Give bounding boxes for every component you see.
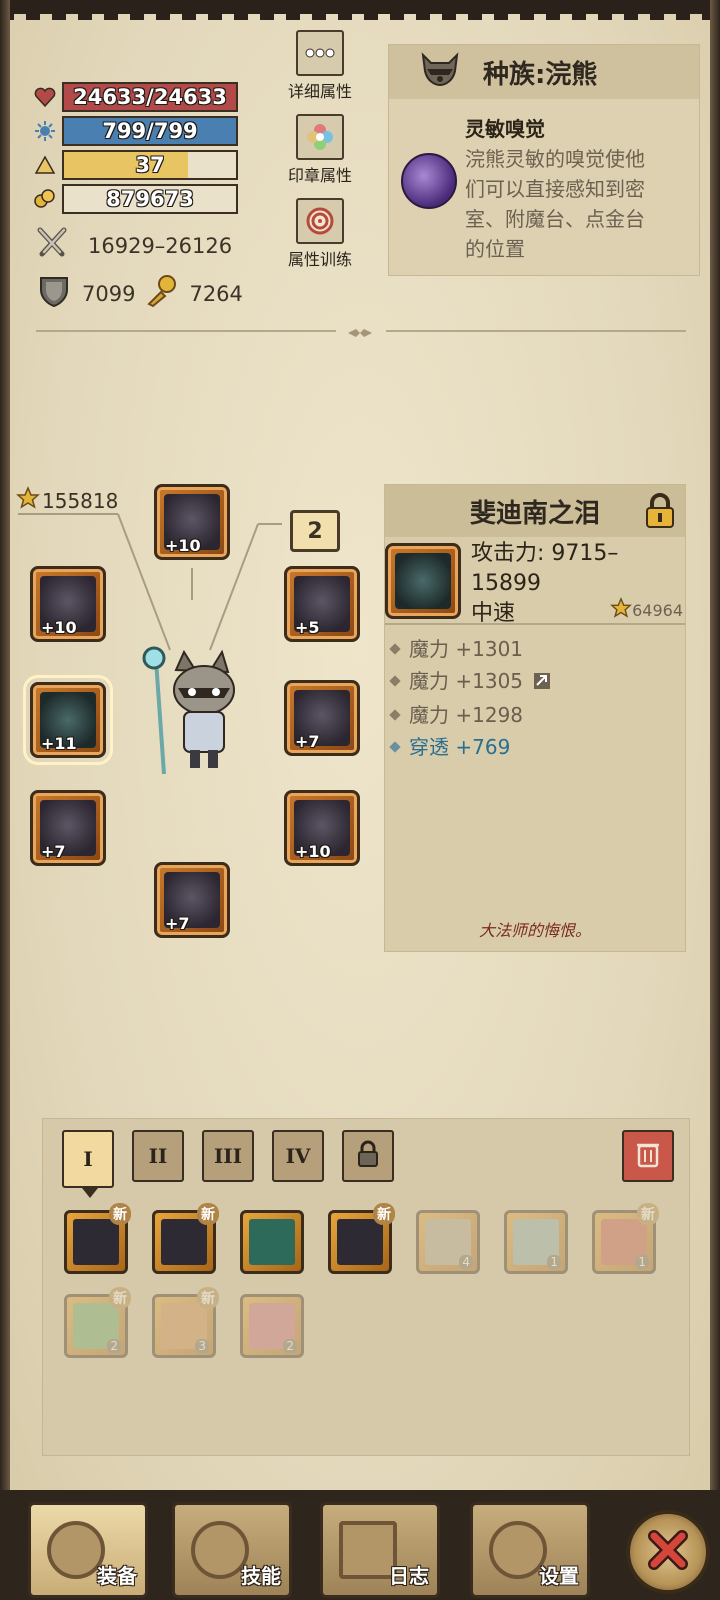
- item-attr: 魔力 +1305: [389, 665, 551, 699]
- shoulder-slot[interactable]: +10: [30, 566, 106, 642]
- item-detail-panel: 斐迪南之泪 攻击力: 9715–15899 中速 64964 魔力 +1301 …: [384, 484, 686, 952]
- new-badge: 新: [197, 1287, 219, 1309]
- legs-slot[interactable]: +10: [284, 790, 360, 866]
- close-icon: [646, 1528, 690, 1576]
- bracer-icon: [337, 1219, 383, 1265]
- slot-level: +7: [41, 842, 66, 861]
- tab-page-3[interactable]: III: [202, 1130, 254, 1182]
- new-badge: 新: [197, 1203, 219, 1225]
- tab-page-2[interactable]: II: [132, 1130, 184, 1182]
- item-count: 2: [283, 1339, 297, 1353]
- horned-helmet-icon: [161, 1219, 207, 1265]
- item-score: 64964: [610, 597, 683, 623]
- nav-skills-button[interactable]: 技能: [172, 1502, 292, 1598]
- slot-level: +11: [41, 734, 77, 753]
- item-count: 1: [635, 1255, 649, 1269]
- amulet-icon: [249, 1219, 295, 1265]
- ring-slot[interactable]: +7: [284, 680, 360, 756]
- item-attr: 魔力 +1298: [389, 699, 551, 731]
- dagger-icon: [73, 1219, 119, 1265]
- helmet-slot[interactable]: +10: [154, 484, 230, 560]
- nav-log-button[interactable]: 日志: [320, 1502, 440, 1598]
- slot-level: +7: [165, 914, 190, 933]
- set-counter-value: 2: [307, 518, 323, 544]
- item-preview: [385, 543, 461, 619]
- new-badge: 新: [637, 1203, 659, 1225]
- item-count: 2: [107, 1339, 121, 1353]
- new-badge: 新: [373, 1203, 395, 1225]
- new-badge: 新: [109, 1203, 131, 1225]
- boots-slot[interactable]: +7: [154, 862, 230, 938]
- item-divider: [385, 623, 685, 625]
- lock-icon: [356, 1140, 380, 1173]
- nav-log-label: 日志: [389, 1564, 429, 1588]
- weapon-slot[interactable]: +11: [23, 675, 113, 765]
- trash-icon: [635, 1140, 661, 1173]
- inventory-item-orange-potion[interactable]: 新 3: [152, 1287, 219, 1358]
- item-count: 3: [195, 1339, 209, 1353]
- nav-settings-button[interactable]: 设置: [470, 1502, 590, 1598]
- inventory-item-pickaxe[interactable]: 4: [416, 1210, 480, 1274]
- new-badge: 新: [109, 1287, 131, 1309]
- staff-weapon-icon: [395, 553, 451, 609]
- delete-button[interactable]: [622, 1130, 674, 1182]
- slot-level: +10: [295, 842, 331, 861]
- item-header: 斐迪南之泪: [385, 485, 685, 537]
- tab-page-4[interactable]: IV: [272, 1130, 324, 1182]
- item-attr: 魔力 +1301: [389, 633, 551, 665]
- raccoon-character: [126, 640, 246, 780]
- item-name: 斐迪南之泪: [469, 498, 600, 529]
- gloves-slot[interactable]: +7: [30, 790, 106, 866]
- inventory-item-dagger[interactable]: 新: [64, 1203, 131, 1274]
- item-count: 1: [547, 1255, 561, 1269]
- star-icon: [610, 597, 633, 623]
- inventory-item-red-potion[interactable]: 新 1: [592, 1203, 659, 1274]
- inventory-item-amulet[interactable]: [240, 1210, 304, 1274]
- lock-icon[interactable]: [643, 493, 677, 529]
- inventory-item-helmet[interactable]: 新: [152, 1203, 219, 1274]
- inventory-item-bracer[interactable]: 新: [328, 1203, 395, 1274]
- item-preview-frame: [385, 543, 461, 619]
- item-score-value: 64964: [632, 600, 683, 620]
- close-button[interactable]: [626, 1510, 710, 1594]
- inventory-item-map[interactable]: 1: [504, 1210, 568, 1274]
- item-count: 4: [459, 1255, 473, 1269]
- slot-level: +7: [295, 732, 320, 751]
- item-attributes: 魔力 +1301 魔力 +1305 魔力 +1298 穿透 +769: [389, 633, 551, 763]
- upgrade-arrow-icon: [533, 667, 551, 699]
- tab-page-1[interactable]: I: [62, 1130, 114, 1198]
- nav-equip-button[interactable]: 装备: [28, 1502, 148, 1598]
- slot-level: +10: [41, 618, 77, 637]
- slot-level: +5: [295, 618, 320, 637]
- inventory-item-pink-potion[interactable]: 2: [240, 1294, 304, 1358]
- slot-level: +10: [165, 536, 201, 555]
- tab-locked[interactable]: [342, 1130, 394, 1182]
- nav-equip-label: 装备: [97, 1564, 137, 1588]
- nav-skills-label: 技能: [241, 1564, 281, 1588]
- chest-slot[interactable]: +5: [284, 566, 360, 642]
- set-counter[interactable]: 2: [290, 510, 340, 552]
- item-attack: 攻击力: 9715–15899: [471, 541, 619, 596]
- inventory-item-green-potion[interactable]: 新 2: [64, 1287, 131, 1358]
- item-flavor-text: 大法师的悔恨。: [478, 921, 591, 940]
- nav-settings-label: 设置: [539, 1564, 579, 1588]
- item-special-attr: 穿透 +769: [389, 731, 551, 763]
